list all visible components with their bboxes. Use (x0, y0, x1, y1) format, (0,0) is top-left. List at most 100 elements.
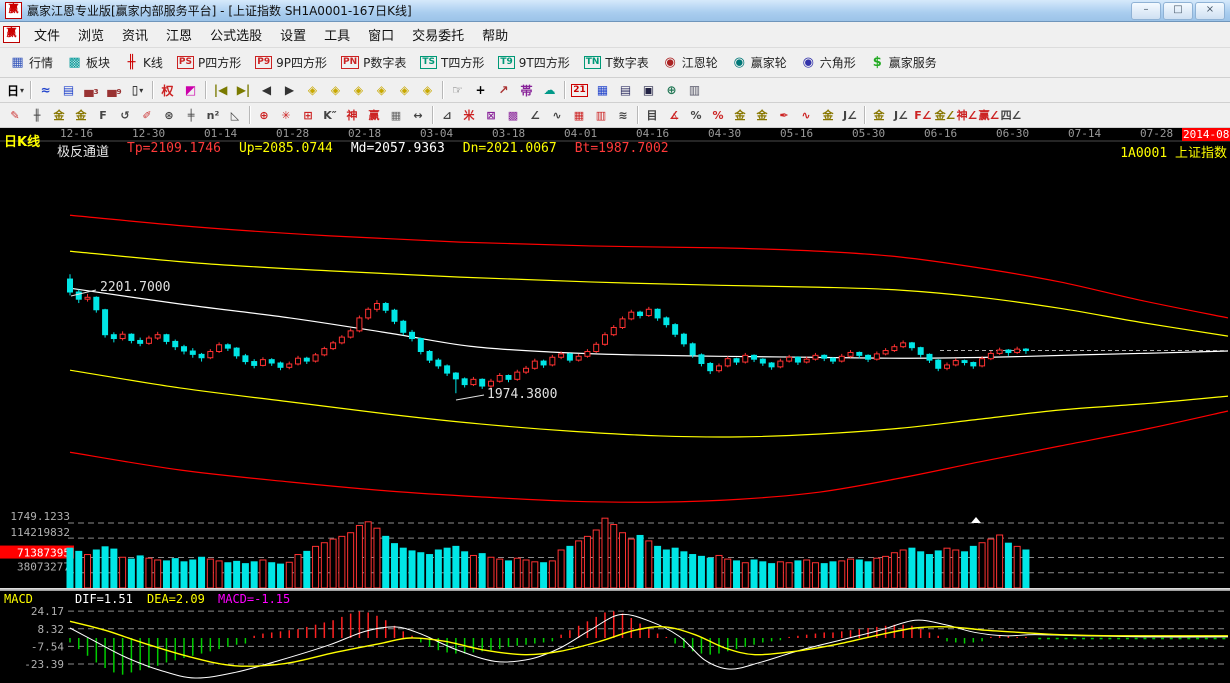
trend-line-button[interactable]: ↗ (492, 80, 515, 101)
red-grid-2-button[interactable]: ▥ (590, 105, 612, 125)
menu-item-0[interactable]: 文件 (25, 22, 69, 47)
ying-tool-button[interactable]: 赢 (363, 105, 385, 125)
ying-angle-button[interactable]: 赢∠ (978, 105, 1000, 125)
chart-area[interactable]: 12-1612-3001-1401-2802-1803-0403-1804-01… (0, 128, 1230, 683)
calculator-button[interactable]: ▦ (591, 80, 614, 101)
kline-button[interactable]: ╫K线 (118, 51, 169, 74)
t-square-button[interactable]: TST四方形 (414, 51, 490, 74)
nav-prev-button[interactable]: ◀ (255, 80, 278, 101)
minimize-button[interactable]: – (1131, 2, 1161, 20)
spiral-tool-button[interactable]: ↺ (114, 105, 136, 125)
percent-slope-button[interactable]: ∡ (663, 105, 685, 125)
zoom-horizontal-button[interactable]: ◈ (347, 80, 370, 101)
shen-angle-button[interactable]: 神∠ (956, 105, 978, 125)
t-number-table-button[interactable]: TNT数字表 (578, 51, 655, 74)
zoom-4way-button[interactable]: ◈ (393, 80, 416, 101)
menu-item-7[interactable]: 窗口 (359, 22, 403, 47)
ma-3-button[interactable]: ▄₃ (80, 80, 103, 101)
ink-tool-button[interactable]: ✒ (773, 105, 795, 125)
red-grid-button[interactable]: ▦ (568, 105, 590, 125)
quotes-button[interactable]: ▦行情 (4, 51, 59, 74)
menu-item-5[interactable]: 设置 (271, 22, 315, 47)
gann-band-button[interactable]: 帯 (515, 80, 538, 101)
menu-item-6[interactable]: 工具 (315, 22, 359, 47)
gold-split-button[interactable]: 金 (48, 105, 70, 125)
nav-next-button[interactable]: ▶ (278, 80, 301, 101)
hash-tool-button[interactable]: ╪ (180, 105, 202, 125)
menu-item-2[interactable]: 资讯 (113, 22, 157, 47)
grid-123-button[interactable]: ▦ (385, 105, 407, 125)
calendar-button[interactable]: 21 (568, 80, 591, 101)
fib-tool-button[interactable]: F (92, 105, 114, 125)
ruler-button[interactable]: ⊿ (436, 105, 458, 125)
j-angle-button[interactable]: J∠ (839, 105, 861, 125)
gold-split-2-button[interactable]: 金 (70, 105, 92, 125)
j-angle-2-button[interactable]: J∠ (890, 105, 912, 125)
gold-box-button[interactable]: 金 (868, 105, 890, 125)
gold-lines-2-button[interactable]: 金 (817, 105, 839, 125)
pane-divider[interactable] (0, 588, 1230, 591)
angle-lines-button[interactable]: ∠ (524, 105, 546, 125)
ex-rights-button[interactable]: 权 (156, 80, 179, 101)
shen-tool-button[interactable]: 神 (341, 105, 363, 125)
draw-pen-button[interactable]: ✎ (4, 105, 26, 125)
p-number-table-button[interactable]: PNP数字表 (335, 51, 412, 74)
menu-item-4[interactable]: 公式选股 (201, 22, 271, 47)
hexagon-button[interactable]: ◉六角形 (795, 51, 862, 74)
parallel-lines-button[interactable]: ≋ (612, 105, 634, 125)
hand-drag-button[interactable]: ☞ (446, 80, 469, 101)
ma-9-button[interactable]: ▄₉ (103, 80, 126, 101)
grid-tool-button[interactable]: ╫ (26, 105, 48, 125)
square-of-nine-button[interactable]: n² (202, 105, 224, 125)
set-square-button[interactable]: ◺ (224, 105, 246, 125)
candle-style-button[interactable]: ▯▾ (126, 80, 149, 101)
menu-item-8[interactable]: 交易委托 (403, 22, 473, 47)
nav-last-button[interactable]: ▶| (232, 80, 255, 101)
purple-fan-button[interactable]: ⊠ (480, 105, 502, 125)
purple-net-button[interactable]: ▩ (502, 105, 524, 125)
si-angle-button[interactable]: 四∠ (1000, 105, 1022, 125)
f-angle-button[interactable]: F∠ (912, 105, 934, 125)
k-quote-button[interactable]: K″ (319, 105, 341, 125)
9p-square-button[interactable]: P99P四方形 (249, 51, 333, 74)
fan-lines-button[interactable]: 米 (458, 105, 480, 125)
gann-wheel-button[interactable]: ◉江恩轮 (657, 51, 724, 74)
wave-a-button[interactable]: ∿ (795, 105, 817, 125)
zoom-vertical-button[interactable]: ◈ (370, 80, 393, 101)
crosshair-button[interactable]: + (469, 80, 492, 101)
network-button[interactable]: ⊕ (660, 80, 683, 101)
gold-circle-button[interactable]: 金 (729, 105, 751, 125)
info-doc-button[interactable]: ▤ (57, 80, 80, 101)
zoom-left-button[interactable]: ◈ (301, 80, 324, 101)
gold-angle-button[interactable]: 金∠ (934, 105, 956, 125)
close-button[interactable]: × (1195, 2, 1225, 20)
zoom-right-button[interactable]: ◈ (324, 80, 347, 101)
cloud-tool-button[interactable]: ☁ (538, 80, 561, 101)
maximize-button[interactable]: □ (1163, 2, 1193, 20)
mark-pen-button[interactable]: ✐ (136, 105, 158, 125)
menu-item-1[interactable]: 浏览 (69, 22, 113, 47)
period-day-button[interactable]: 日▾ (4, 80, 27, 101)
zoom-8way-button[interactable]: ◈ (416, 80, 439, 101)
printer-button[interactable]: ▥ (683, 80, 706, 101)
gold-lines-button[interactable]: 金 (751, 105, 773, 125)
pattern-search-button[interactable]: ≈ (34, 80, 57, 101)
9t-square-button[interactable]: T99T四方形 (492, 51, 575, 74)
menu-item-3[interactable]: 江恩 (157, 22, 201, 47)
colored-kline-button[interactable]: ◩ (179, 80, 202, 101)
indicator-name[interactable]: 极反通道 (57, 141, 109, 160)
nav-first-button[interactable]: |◀ (209, 80, 232, 101)
winner-service-button[interactable]: $赢家服务 (864, 51, 943, 74)
gann-web-button[interactable]: ⊞ (297, 105, 319, 125)
gann-target-button[interactable]: ⊕ (253, 105, 275, 125)
save-button[interactable]: ▣ (637, 80, 660, 101)
gann-burst-button[interactable]: ✳ (275, 105, 297, 125)
percent-button[interactable]: % (685, 105, 707, 125)
p-square-button[interactable]: PSP四方形 (171, 51, 247, 74)
time-cycle-button[interactable]: ⊛ (158, 105, 180, 125)
menu-item-9[interactable]: 帮助 (473, 22, 517, 47)
wave-tool-button[interactable]: ∿ (546, 105, 568, 125)
percent-line-button[interactable]: % (707, 105, 729, 125)
percent-table-button[interactable]: 目 (641, 105, 663, 125)
winner-wheel-button[interactable]: ◉赢家轮 (726, 51, 793, 74)
